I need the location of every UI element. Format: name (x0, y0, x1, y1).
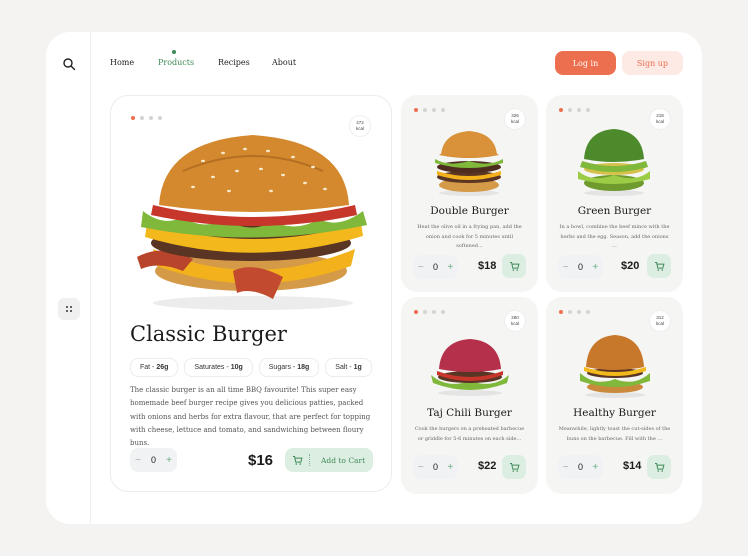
product-card-double-burger[interactable]: 326 kcal Double Burger Heat the olive oil… (401, 95, 538, 292)
cart-icon (509, 261, 520, 271)
burger-image (435, 131, 503, 196)
quantity-stepper[interactable]: − 0 + (413, 255, 458, 279)
quantity-stepper[interactable]: − 0 + (558, 255, 603, 279)
decrease-button[interactable]: − (418, 262, 424, 273)
cart-icon (509, 462, 520, 472)
nutrient-chip-saturates: Saturates - 10g (184, 358, 253, 377)
burger-image (578, 129, 650, 196)
burger-image (137, 135, 367, 310)
nav-about[interactable]: About (272, 58, 296, 67)
cart-icon (654, 462, 665, 472)
quantity-stepper[interactable]: − 0 + (558, 455, 603, 479)
product-card-green-burger[interactable]: 218 kcal Green Burger In a bowl, combine … (546, 95, 683, 292)
burger-image (431, 339, 509, 396)
card-price: $20 (621, 260, 640, 272)
carousel-dots[interactable] (559, 310, 590, 314)
card-description: In a bowl, combine the beef mince with t… (559, 224, 670, 249)
nutrient-chip-sugars: Sugars - 18g (258, 358, 320, 377)
nutrient-chips: Fat - 26g Saturates - 10g Sugars - 18g S… (130, 358, 372, 377)
carousel-dots[interactable] (559, 108, 590, 112)
quantity-value: 0 (432, 262, 438, 272)
kcal-badge: 312 kcal (649, 310, 671, 332)
decrease-button[interactable]: − (135, 455, 141, 466)
product-card-healthy-burger[interactable]: 312 kcal Healthy Burger Meanwhile, lightl… (546, 297, 683, 494)
card-title: Double Burger (430, 205, 509, 217)
carousel-dots[interactable] (414, 108, 445, 112)
quantity-value: 0 (150, 455, 156, 465)
nutrient-chip-fat: Fat - 26g (130, 358, 179, 377)
active-indicator (172, 50, 176, 54)
add-to-cart-button[interactable] (647, 455, 671, 479)
card-price: $14 (623, 460, 642, 472)
quantity-value: 0 (432, 462, 438, 472)
quantity-value: 0 (577, 262, 583, 272)
increase-button[interactable]: + (592, 462, 598, 473)
cart-icon (293, 455, 303, 465)
add-to-cart-button[interactable] (647, 254, 671, 278)
increase-button[interactable]: + (447, 262, 453, 273)
burger-image (580, 335, 650, 398)
card-description: Cook the burgers on a preheated barbecue… (414, 426, 525, 442)
card-title: Healthy Burger (573, 407, 656, 419)
featured-product-card: 472 kcal Classic Burger Fat - 26g Satura… (110, 95, 392, 492)
product-card-taj-chili-burger[interactable]: 280 kcal Taj Chili Burger Cook the burger… (401, 297, 538, 494)
grid-icon (66, 306, 72, 312)
increase-button[interactable]: + (592, 262, 598, 273)
add-to-cart-button[interactable]: Add to Cart (285, 448, 373, 472)
quantity-value: 0 (577, 462, 583, 472)
decrease-button[interactable]: − (563, 262, 569, 273)
product-description: The classic burger is an all time BBQ fa… (130, 386, 371, 448)
nutrient-chip-salt: Salt - 1g (325, 358, 372, 377)
divider (309, 454, 310, 466)
increase-button[interactable]: + (447, 462, 453, 473)
card-title: Green Burger (577, 205, 652, 217)
decrease-button[interactable]: − (418, 462, 424, 473)
search-icon[interactable] (62, 57, 76, 71)
card-description: Heat the olive oil in a frying pan, add … (417, 224, 522, 249)
nav-home[interactable]: Home (110, 58, 134, 67)
decrease-button[interactable]: − (563, 462, 569, 473)
card-price: $22 (478, 460, 497, 472)
grid-menu-button[interactable] (58, 298, 80, 320)
product-title: Classic Burger (130, 322, 287, 346)
quantity-stepper[interactable]: − 0 + (130, 448, 177, 472)
cart-icon (654, 261, 665, 271)
carousel-dots[interactable] (131, 116, 162, 120)
nav-recipes[interactable]: Recipes (218, 58, 250, 67)
add-to-cart-button[interactable] (502, 455, 526, 479)
quantity-stepper[interactable]: − 0 + (413, 455, 458, 479)
signup-button[interactable]: Sign up (622, 51, 683, 75)
carousel-dots[interactable] (414, 310, 445, 314)
nav-products[interactable]: Products (158, 58, 194, 67)
login-button[interactable]: Log in (555, 51, 616, 75)
card-price: $18 (478, 260, 497, 272)
product-price: $16 (248, 452, 274, 469)
add-to-cart-button[interactable] (502, 254, 526, 278)
kcal-badge: 280 kcal (504, 310, 526, 332)
sidebar (46, 32, 91, 524)
card-title: Taj Chili Burger (427, 407, 512, 419)
card-description: Meanwhile, lightly toast the cut-sides o… (558, 426, 671, 442)
add-to-cart-label: Add to Cart (321, 455, 366, 465)
increase-button[interactable]: + (166, 455, 172, 466)
